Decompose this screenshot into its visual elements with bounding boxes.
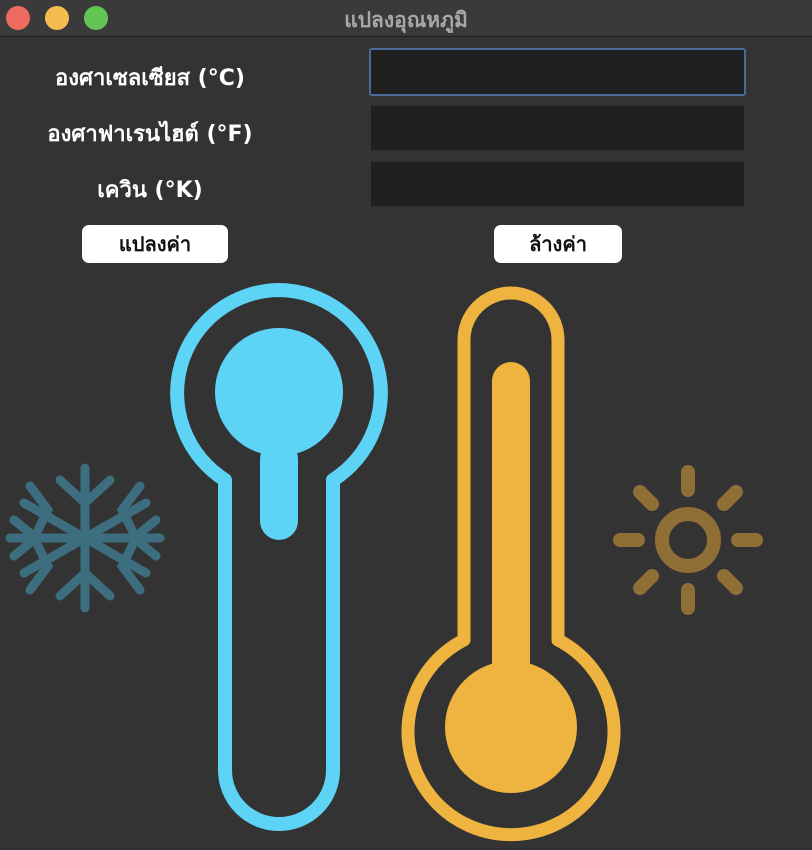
snowflake-icon [5,463,165,613]
cold-thermometer-icon [170,283,388,831]
app-window: แปลงอุณหภูมิ องศาเซลเซียส (°C) องศาฟาเรน… [0,0,812,850]
illustration [5,283,763,842]
hot-thermometer-icon [401,286,621,842]
sun-icon [613,465,763,615]
